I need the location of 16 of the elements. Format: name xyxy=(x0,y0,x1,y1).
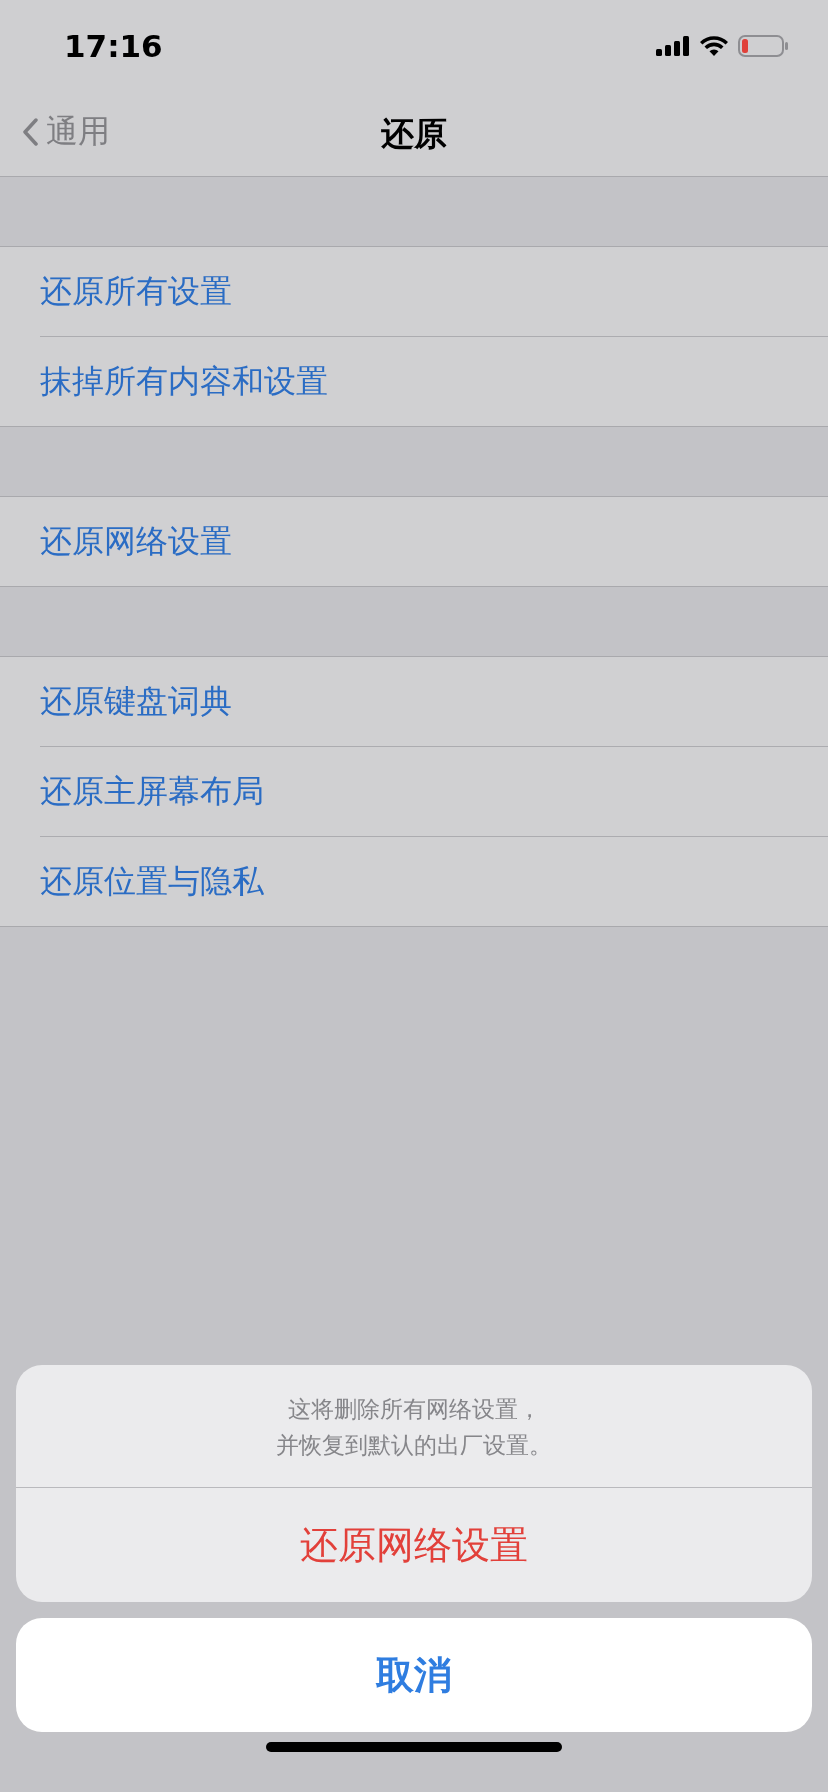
back-chevron-icon[interactable] xyxy=(22,118,38,146)
sheet-message-line: 这将删除所有网络设置， xyxy=(287,1395,541,1424)
status-time: 17:16 xyxy=(64,28,163,64)
back-button[interactable]: 通用 xyxy=(22,110,110,154)
settings-row[interactable]: 还原位置与隐私 xyxy=(40,837,828,926)
settings-row[interactable]: 抹掉所有内容和设置 xyxy=(40,337,828,426)
wifi-icon xyxy=(700,36,728,56)
cancel-button[interactable]: 取消 xyxy=(16,1618,812,1732)
settings-row[interactable]: 还原主屏幕布局 xyxy=(40,747,828,837)
battery-icon xyxy=(738,35,788,57)
reset-network-button[interactable]: 还原网络设置 xyxy=(16,1488,812,1602)
nav-title: 还原 xyxy=(381,112,447,155)
settings-row[interactable]: 还原所有设置 xyxy=(40,247,828,337)
sheet-message-line: 并恢复到默认的出厂设置。 xyxy=(276,1431,552,1460)
signal-icon xyxy=(656,36,690,56)
settings-row[interactable]: 还原键盘词典 xyxy=(40,657,828,747)
